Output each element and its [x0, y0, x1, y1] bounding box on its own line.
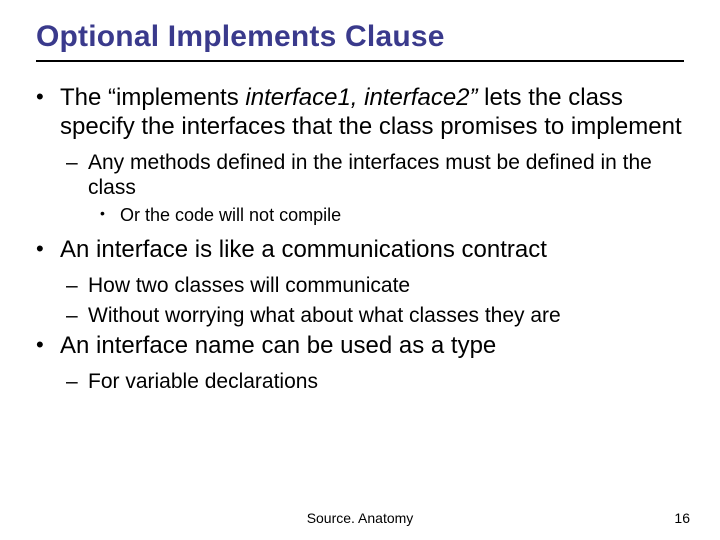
page-number: 16 [674, 510, 690, 526]
bullet-text-italic: interface1, interface2” [245, 84, 477, 111]
bullet-level1: The “implements interface1, interface2” … [36, 84, 684, 142]
bullet-text: An interface is like a communications co… [60, 236, 547, 263]
bullet-text: For variable declarations [88, 370, 318, 393]
bullet-level1: An interface name can be used as a type [36, 332, 684, 361]
bullet-level3: Or the code will not compile [36, 205, 684, 227]
bullet-level2: Without worrying what about what classes… [36, 303, 684, 329]
bullet-level2: For variable declarations [36, 369, 684, 395]
bullet-text: Or the code will not compile [120, 205, 341, 225]
footer-source: Source. Anatomy [0, 510, 720, 526]
slide: Optional Implements Clause The “implemen… [0, 0, 720, 540]
bullet-text: An interface name can be used as a type [60, 332, 496, 359]
bullet-text-part: The “implements [60, 84, 245, 111]
slide-title: Optional Implements Clause [36, 20, 684, 62]
bullet-level2: Any methods defined in the interfaces mu… [36, 150, 684, 201]
bullet-level1: An interface is like a communications co… [36, 236, 684, 265]
bullet-text: Any methods defined in the interfaces mu… [88, 151, 652, 200]
bullet-text: Without worrying what about what classes… [88, 304, 561, 327]
slide-body: The “implements interface1, interface2” … [36, 84, 684, 395]
bullet-level2: How two classes will communicate [36, 273, 684, 299]
bullet-text: How two classes will communicate [88, 274, 410, 297]
